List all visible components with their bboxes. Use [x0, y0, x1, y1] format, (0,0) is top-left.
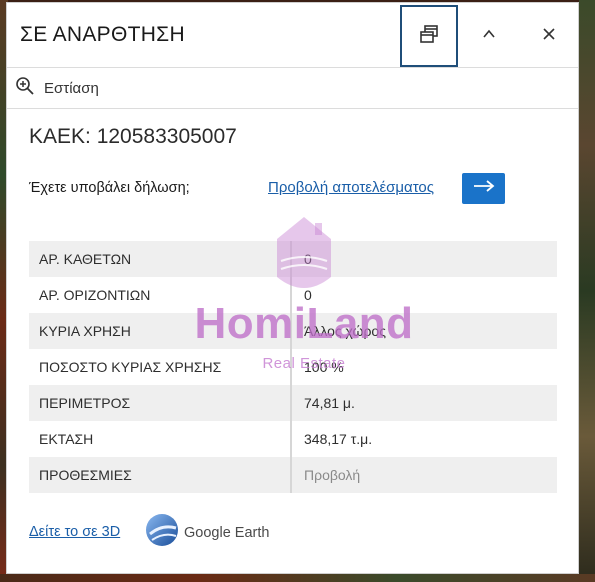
declaration-question: Έχετε υποβάλει δήλωση; [29, 180, 190, 196]
attribute-label: ΑΡ. ΚΑΘΕΤΩΝ [29, 241, 292, 277]
panel-title: ΣΕ ΑΝΑΡΘΤΗΣΗ [20, 23, 185, 46]
arrow-right-icon [472, 179, 496, 198]
zoom-to-button[interactable]: Εστίαση [15, 76, 99, 100]
close-button[interactable] [520, 5, 578, 67]
google-earth-label: Google Earth [184, 524, 270, 541]
zoom-in-icon [15, 76, 35, 101]
collapse-button[interactable] [460, 5, 518, 67]
view-results-link[interactable]: Προβολή αποτελέσματος [268, 179, 434, 196]
deadlines-view-link[interactable]: Προβολή [291, 457, 557, 493]
attribute-label: ΑΡ. ΟΡΙΖΟΝΤΙΩΝ [29, 277, 292, 313]
table-row: ΕΚΤΑΣΗ 348,17 τ.μ. [29, 421, 557, 457]
attribute-label: ΠΡΟΘΕΣΜΙΕΣ [29, 457, 292, 493]
map-background-right [579, 0, 595, 582]
attribute-value: 348,17 τ.μ. [291, 421, 557, 457]
table-row: ΠΟΣΟΣΤΟ ΚΥΡΙΑΣ ΧΡΗΣΗΣ 100 % [29, 349, 557, 385]
attribute-value: 74,81 μ. [291, 385, 557, 421]
table-row: ΚΥΡΙΑ ΧΡΗΣΗ Άλλος χώρος [29, 313, 557, 349]
attribute-label: ΠΟΣΟΣΤΟ ΚΥΡΙΑΣ ΧΡΗΣΗΣ [29, 349, 292, 385]
table-row: ΑΡ. ΚΑΘΕΤΩΝ 0 [29, 241, 557, 277]
parcel-kaek: ΚΑΕΚ: 120583305007 [29, 125, 237, 148]
google-earth-icon [144, 512, 180, 553]
chevron-up-icon [481, 26, 497, 47]
view-3d-link[interactable]: Δείτε το σε 3D [29, 524, 120, 540]
attribute-label: ΠΕΡΙΜΕΤΡΟΣ [29, 385, 292, 421]
attribute-value: 100 % [291, 349, 557, 385]
parcel-info-panel: ΣΕ ΑΝΑΡΘΤΗΣΗ Εστίαση ΚΑΕΚ: 120583305007 … [6, 2, 579, 574]
attribute-value: 0 [291, 241, 557, 277]
panel-header: ΣΕ ΑΝΑΡΘΤΗΣΗ [7, 3, 578, 68]
panel-toolbar: Εστίαση [7, 68, 578, 109]
attributes-table: ΑΡ. ΚΑΘΕΤΩΝ 0 ΑΡ. ΟΡΙΖΟΝΤΙΩΝ 0 ΚΥΡΙΑ ΧΡΗ… [29, 241, 557, 493]
attribute-label: ΕΚΤΑΣΗ [29, 421, 292, 457]
view-results-button[interactable] [462, 173, 505, 204]
attribute-value: 0 [291, 277, 557, 313]
close-icon [541, 26, 557, 47]
attribute-value: Άλλος χώρος [291, 313, 557, 349]
dock-button[interactable] [400, 5, 458, 67]
zoom-label: Εστίαση [44, 79, 99, 97]
attribute-label: ΚΥΡΙΑ ΧΡΗΣΗ [29, 313, 292, 349]
map-background-bottom [0, 574, 595, 582]
google-earth-button[interactable]: Google Earth [144, 512, 269, 553]
table-row: ΑΡ. ΟΡΙΖΟΝΤΙΩΝ 0 [29, 277, 557, 313]
table-row: ΠΕΡΙΜΕΤΡΟΣ 74,81 μ. [29, 385, 557, 421]
dock-icon [418, 23, 440, 50]
table-row: ΠΡΟΘΕΣΜΙΕΣ Προβολή [29, 457, 557, 493]
